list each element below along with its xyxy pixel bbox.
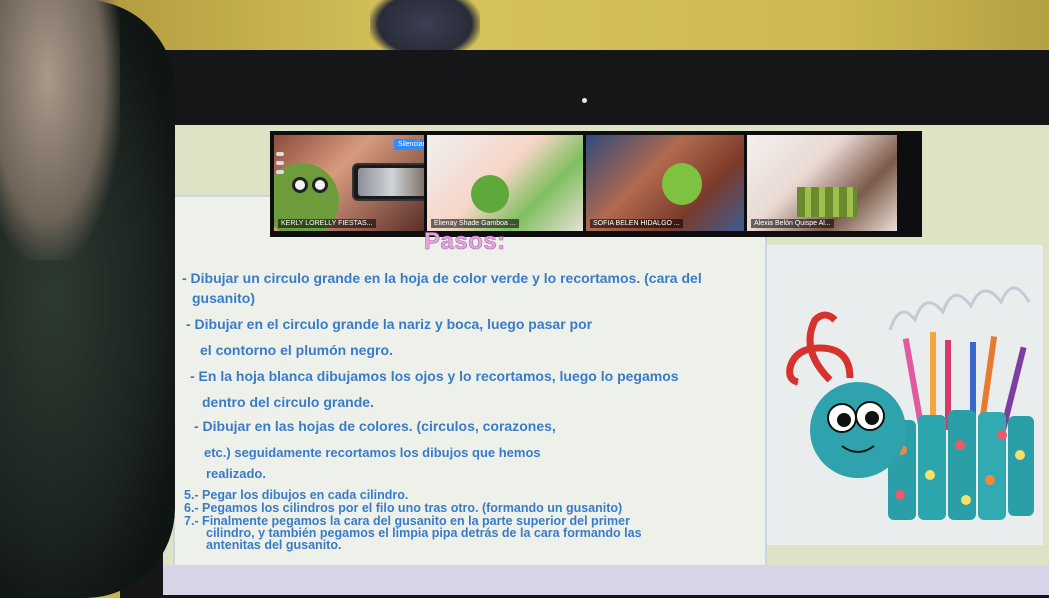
step-line: dentro del circulo grande.: [202, 394, 374, 410]
mute-button[interactable]: Silenciar: [394, 139, 424, 150]
eye-icon: [312, 177, 328, 193]
video-tile[interactable]: Silenciar ... KERLY LORELLY FIESTAS...: [274, 135, 424, 231]
step-line: - Dibujar un circulo grande en la hoja d…: [182, 270, 702, 286]
caterpillar-face: [810, 382, 906, 478]
phone-screen: [358, 168, 424, 196]
caterpillar-pencil-holder-image: [786, 286, 1034, 520]
step-line: - Dibujar en el circulo grande la nariz …: [186, 316, 593, 332]
step-line: - Dibujar en las hojas de colores. (circ…: [194, 418, 556, 434]
cardboard-cylinders: [797, 187, 857, 217]
eye-icon: [292, 177, 308, 193]
participant-name: Alexia Belón Quispe Al...: [751, 219, 834, 228]
pencil: [930, 332, 936, 428]
phone: [352, 163, 424, 201]
slide-footer: [163, 565, 1049, 595]
cylinder: [948, 410, 976, 520]
foreground-fingertip: [0, 0, 120, 260]
step-line: antenitas del gusanito.: [206, 538, 342, 552]
participant-name: KERLY LORELLY FIESTAS...: [278, 219, 376, 228]
step-line: el contorno el plumón negro.: [200, 342, 393, 358]
menu-icon[interactable]: [274, 147, 288, 197]
step-line: etc.) seguidamente recortamos los dibujo…: [204, 445, 541, 460]
step-line: gusanito): [192, 290, 255, 306]
pencil: [902, 338, 925, 428]
video-tile[interactable]: Alexia Belón Quispe Al...: [747, 135, 897, 231]
green-caterpillar-toy: [471, 175, 509, 213]
video-gallery-strip: Silenciar ... KERLY LORELLY FIESTAS... E…: [270, 131, 922, 237]
step-line: realizado.: [206, 466, 266, 481]
cylinder: [1008, 416, 1034, 516]
step-line: - En la hoja blanca dibujamos los ojos y…: [190, 368, 679, 384]
slide-title: Pasos:: [424, 228, 506, 256]
webcam-dot: [582, 98, 587, 103]
cylinder: [918, 415, 946, 520]
pipe-cleaner-spiral: [888, 286, 1031, 331]
video-tile[interactable]: Elienay Shade Gamboa ...: [427, 135, 583, 231]
cylinder: [978, 412, 1006, 520]
green-caterpillar-toy: [662, 163, 702, 205]
participant-name: Elienay Shade Gamboa ...: [431, 219, 519, 228]
step-line: 6.- Pegamos los cilindros por el filo un…: [184, 501, 623, 515]
video-tile[interactable]: SOFIA BELEN HIDALGO ...: [586, 135, 744, 231]
participant-name: SOFIA BELEN HIDALGO ...: [590, 219, 683, 228]
step-line: 5.- Pegar los dibujos en cada cilindro.: [184, 488, 409, 502]
